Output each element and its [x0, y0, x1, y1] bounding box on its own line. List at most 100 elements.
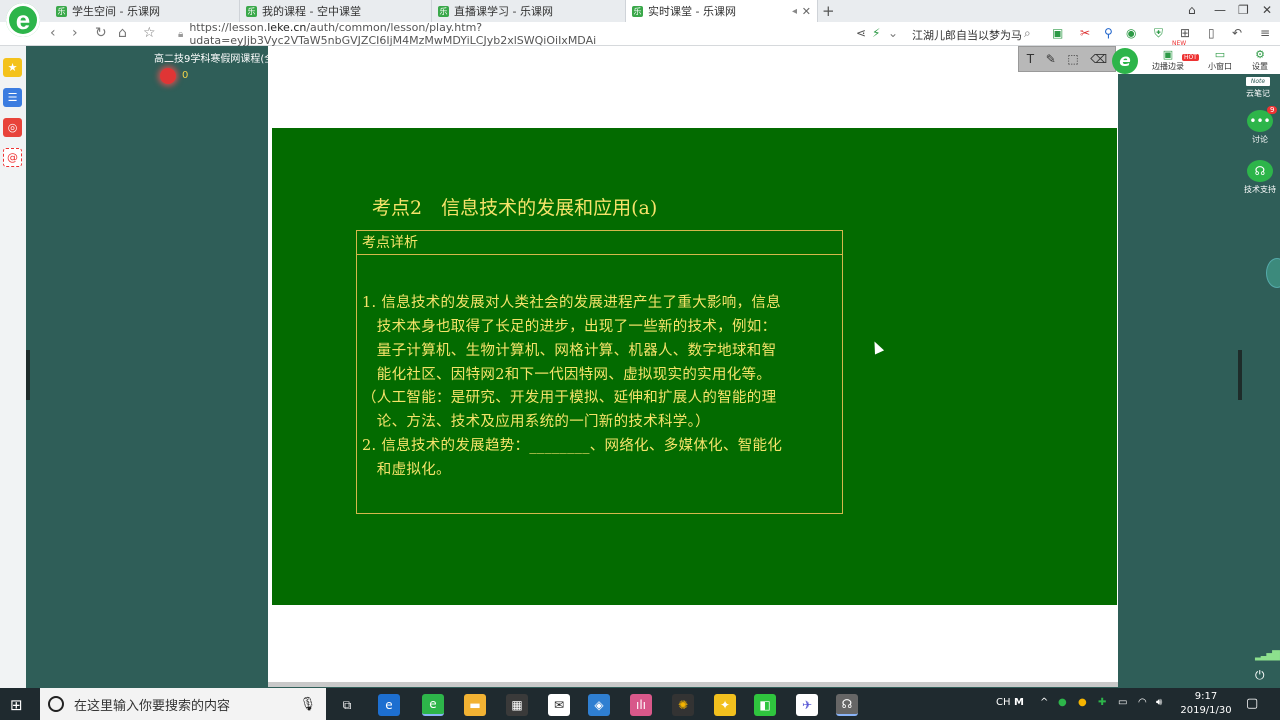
tech-support-button[interactable]: ☊ 技术支持: [1244, 160, 1276, 195]
skin-icon[interactable]: ⌂: [1188, 3, 1196, 17]
cortana-icon: [48, 696, 64, 712]
tab-label: 我的课程 - 空中课堂: [262, 5, 361, 18]
left-drag-handle[interactable]: [26, 350, 30, 400]
close-window-icon[interactable]: ✕: [1262, 3, 1272, 17]
record-while-play-button[interactable]: ▣ 边播边录: [1152, 48, 1184, 72]
weibo-icon[interactable]: ◎: [3, 118, 22, 137]
wifi-icon[interactable]: ◠: [1138, 697, 1147, 708]
tab-my-courses[interactable]: 乐 我的课程 - 空中课堂: [240, 0, 432, 22]
pinwheel-app-icon[interactable]: ✺: [672, 694, 694, 716]
browser-logo-icon[interactable]: e: [6, 3, 40, 37]
board-scrollbar[interactable]: [268, 682, 1118, 687]
slide-title: 考点2 信息技术的发展和应用(a): [372, 197, 658, 219]
device-icon[interactable]: ▯: [1208, 26, 1215, 40]
notification-center-icon[interactable]: ▢: [1246, 696, 1258, 711]
back-icon[interactable]: ‹: [50, 25, 56, 41]
tray-leke-icon[interactable]: ●: [1058, 697, 1067, 708]
home-icon[interactable]: ⌂: [118, 25, 127, 41]
tab-student-space[interactable]: 乐 学生空间 - 乐课网: [50, 0, 240, 22]
ime-mode-icon[interactable]: M: [1014, 697, 1024, 708]
tray-plus-icon[interactable]: ✚: [1098, 697, 1106, 708]
ie-browser-icon[interactable]: e: [378, 694, 400, 716]
tab-label: 学生空间 - 乐课网: [72, 5, 160, 18]
share-icon[interactable]: ⋖: [856, 26, 866, 40]
mini-window-button[interactable]: ▭ 小窗口: [1208, 48, 1232, 72]
power-icon[interactable]: ⏻: [1255, 668, 1265, 683]
settings-button[interactable]: ⚙ 设置: [1252, 48, 1268, 72]
lightning-icon[interactable]: ⚡: [872, 26, 880, 40]
game-icon[interactable]: ◉: [1126, 26, 1136, 40]
leke-favicon-icon: 乐: [632, 5, 643, 17]
refresh-icon[interactable]: ↻: [95, 25, 107, 41]
volume-icon[interactable]: 🔊︎: [1156, 697, 1162, 708]
taskbar-search-box[interactable]: 在这里输入你要搜索的内容 🎙︎: [40, 688, 326, 720]
text-tool-icon[interactable]: T: [1027, 52, 1034, 66]
cloud-note-button[interactable]: Note 云笔记: [1246, 77, 1270, 99]
qq-game-icon[interactable]: ✦: [714, 694, 736, 716]
url-field[interactable]: 🔒︎ https://lesson.leke.cn/auth/common/le…: [178, 21, 864, 47]
support-app-icon[interactable]: ☊: [836, 694, 858, 716]
slide-text-line: 能化社区、因特网2和下一代因特网、虚拟现实的实用化等。: [362, 367, 772, 383]
search-hint[interactable]: 江湖儿郎自当以梦为马: [912, 27, 1022, 43]
photo-app-icon[interactable]: ◈: [588, 694, 610, 716]
messenger-icon[interactable]: ✈: [796, 694, 818, 716]
headset-icon: ☊: [1247, 160, 1273, 182]
hot-badge: HOT: [1182, 54, 1199, 61]
leke-browser-icon[interactable]: e: [422, 694, 444, 716]
clock-time: 9:17: [1194, 691, 1218, 702]
analysis-box-header: [356, 230, 843, 255]
undo-icon[interactable]: ↶: [1232, 26, 1242, 40]
leke-logo-icon[interactable]: e: [1112, 48, 1138, 74]
analysis-box-label: 考点详析: [362, 235, 418, 251]
new-tab-button[interactable]: +: [822, 2, 835, 20]
iqiyi-icon[interactable]: ◧: [754, 694, 776, 716]
reading-list-icon[interactable]: ☰: [3, 88, 22, 107]
gear-icon: ⚙: [1255, 48, 1265, 61]
file-explorer-icon[interactable]: ▬: [464, 694, 486, 716]
select-tool-icon[interactable]: ⬚: [1067, 52, 1078, 66]
scissors-icon[interactable]: ✂: [1080, 26, 1090, 40]
tab-label: 实时课堂 - 乐课网: [648, 5, 736, 18]
task-view-icon[interactable]: ⧉: [336, 694, 358, 716]
mute-icon[interactable]: ◂: [792, 6, 797, 17]
tray-app-icon[interactable]: ●: [1078, 697, 1087, 708]
slide-text-line: 1. 信息技术的发展对人类社会的发展进程产生了重大影响，信息: [362, 295, 781, 311]
extension-icon[interactable]: ▣: [1052, 26, 1063, 40]
battery-icon[interactable]: ▭: [1118, 697, 1127, 708]
tab-live-course[interactable]: 乐 直播课学习 - 乐课网: [432, 0, 626, 22]
apps-grid-icon[interactable]: ⊞: [1180, 26, 1190, 40]
clock-date: 2019/1/30: [1180, 705, 1232, 716]
menu-icon[interactable]: ≡: [1260, 26, 1270, 40]
address-bar: ‹ › ↻ ⌂ ☆ 🔒︎ https://lesson.leke.cn/auth…: [0, 21, 1280, 47]
tab-label: 直播课学习 - 乐课网: [454, 5, 553, 18]
ime-indicator[interactable]: CH: [996, 697, 1011, 708]
restore-icon[interactable]: ❐: [1238, 3, 1249, 17]
bookmark-star-icon[interactable]: ☆: [143, 25, 156, 41]
left-sidebar: ★ ☰ ◎ @: [0, 46, 26, 688]
browser-tab-bar: 乐 学生空间 - 乐课网 乐 我的课程 - 空中课堂 乐 直播课学习 - 乐课网…: [0, 0, 1280, 22]
dropdown-icon[interactable]: ⌄: [888, 26, 898, 40]
shield-icon[interactable]: ⛨: [1154, 26, 1163, 41]
system-clock[interactable]: 9:17 2019/1/30: [1176, 690, 1236, 718]
discussion-button[interactable]: ••• 9 讨论: [1247, 106, 1278, 145]
microphone-icon[interactable]: 🎙︎: [299, 697, 316, 712]
search-icon[interactable]: ⌕: [1024, 26, 1031, 41]
live-record-icon[interactable]: [160, 68, 176, 84]
minimize-icon[interactable]: —: [1214, 3, 1226, 17]
find-icon[interactable]: ⚲: [1104, 26, 1113, 40]
favorites-star-icon[interactable]: ★: [3, 58, 22, 77]
slide-text-line: 量子计算机、生物计算机、网格计算、机器人、数字地球和智: [362, 343, 777, 359]
slide-text-line: 和虚拟化。: [362, 462, 451, 478]
eraser-tool-icon[interactable]: ⌫: [1090, 52, 1107, 66]
mail-icon[interactable]: ✉: [548, 694, 570, 716]
windows-start-icon[interactable]: ⊞: [10, 696, 23, 714]
music-app-icon[interactable]: ılı: [630, 694, 652, 716]
mail-at-icon[interactable]: @: [3, 148, 22, 167]
store-icon[interactable]: ▦: [506, 694, 528, 716]
tab-live-classroom[interactable]: 乐 实时课堂 - 乐课网 ◂ ✕: [626, 0, 818, 22]
forward-icon[interactable]: ›: [72, 25, 78, 41]
close-tab-icon[interactable]: ✕: [802, 5, 811, 18]
note-logo-icon: Note: [1246, 77, 1270, 86]
pen-tool-icon[interactable]: ✎: [1046, 52, 1056, 66]
tray-expand-icon[interactable]: ^: [1040, 697, 1048, 708]
